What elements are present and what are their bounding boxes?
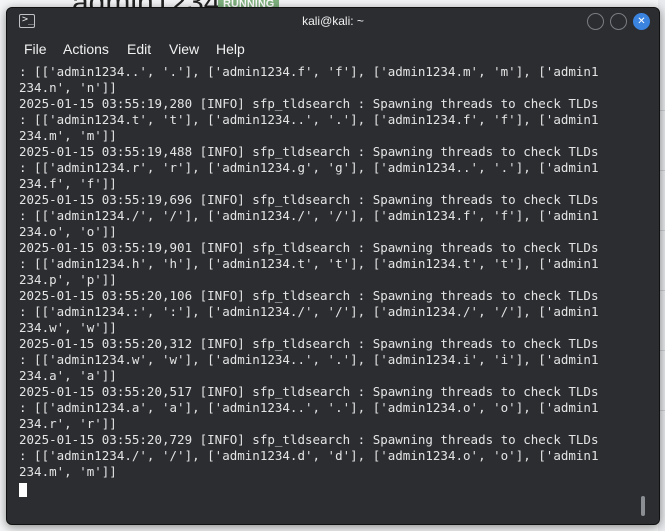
- console-line: 2025-01-15 03:55:19,488 [INFO] sfp_tldse…: [19, 144, 599, 159]
- console-line: 234.a', 'a']]: [19, 368, 117, 383]
- console-line: 2025-01-15 03:55:19,696 [INFO] sfp_tldse…: [19, 192, 599, 207]
- console-line: 234.r', 'r']]: [19, 416, 117, 431]
- console-line: 2025-01-15 03:55:20,312 [INFO] sfp_tldse…: [19, 336, 599, 351]
- title-bar[interactable]: >_ kali@kali: ~ ✕: [7, 8, 659, 36]
- console-line: 2025-01-15 03:55:20,517 [INFO] sfp_tldse…: [19, 384, 599, 399]
- menu-view[interactable]: View: [169, 41, 199, 57]
- scrollbar-thumb[interactable]: [641, 496, 645, 516]
- close-icon: ✕: [637, 16, 646, 27]
- console-line: 2025-01-15 03:55:20,106 [INFO] sfp_tldse…: [19, 288, 599, 303]
- console-line: 2025-01-15 03:55:19,901 [INFO] sfp_tldse…: [19, 240, 599, 255]
- console-line: : [['admin1234.r', 'r'], ['admin1234.g',…: [19, 160, 599, 175]
- console-line: 234.w', 'w']]: [19, 320, 117, 335]
- console-line: : [['admin1234..', '.'], ['admin1234.f',…: [19, 64, 599, 79]
- console-text: : [['admin1234..', '.'], ['admin1234.f',…: [19, 64, 598, 480]
- console-line: 234.m', 'm']]: [19, 128, 117, 143]
- terminal-output[interactable]: : [['admin1234..', '.'], ['admin1234.f',…: [7, 62, 659, 524]
- console-line: : [['admin1234.w', 'w'], ['admin1234..',…: [19, 352, 599, 367]
- console-line: : [['admin1234.t', 't'], ['admin1234..',…: [19, 112, 599, 127]
- console-line: : [['admin1234.h', 'h'], ['admin1234.t',…: [19, 256, 599, 271]
- maximize-button[interactable]: [610, 13, 627, 30]
- menu-actions[interactable]: Actions: [63, 41, 109, 57]
- console-line: 234.p', 'p']]: [19, 272, 117, 287]
- close-button[interactable]: ✕: [633, 13, 650, 30]
- console-line: 2025-01-15 03:55:20,729 [INFO] sfp_tldse…: [19, 432, 599, 447]
- console-line: : [['admin1234./', '/'], ['admin1234./',…: [19, 208, 599, 223]
- console-line: 234.o', 'o']]: [19, 224, 117, 239]
- text-cursor: [19, 483, 27, 497]
- console-line: 234.f', 'f']]: [19, 176, 117, 191]
- console-line: 234.n', 'n']]: [19, 80, 117, 95]
- console-line: 2025-01-15 03:55:19,280 [INFO] sfp_tldse…: [19, 96, 599, 111]
- console-line: : [['admin1234.a', 'a'], ['admin1234..',…: [19, 400, 599, 415]
- terminal-window[interactable]: >_ kali@kali: ~ ✕ File Actions Edit View…: [6, 7, 660, 525]
- console-line: 234.m', 'm']]: [19, 464, 117, 479]
- menu-file[interactable]: File: [24, 41, 47, 57]
- menu-bar: File Actions Edit View Help: [7, 36, 659, 62]
- window-title: kali@kali: ~: [302, 14, 364, 28]
- console-line: : [['admin1234./', '/'], ['admin1234.d',…: [19, 448, 599, 463]
- minimize-button[interactable]: [587, 13, 604, 30]
- console-line: : [['admin1234.:', ':'], ['admin1234./',…: [19, 304, 599, 319]
- menu-help[interactable]: Help: [216, 41, 245, 57]
- menu-edit[interactable]: Edit: [127, 41, 151, 57]
